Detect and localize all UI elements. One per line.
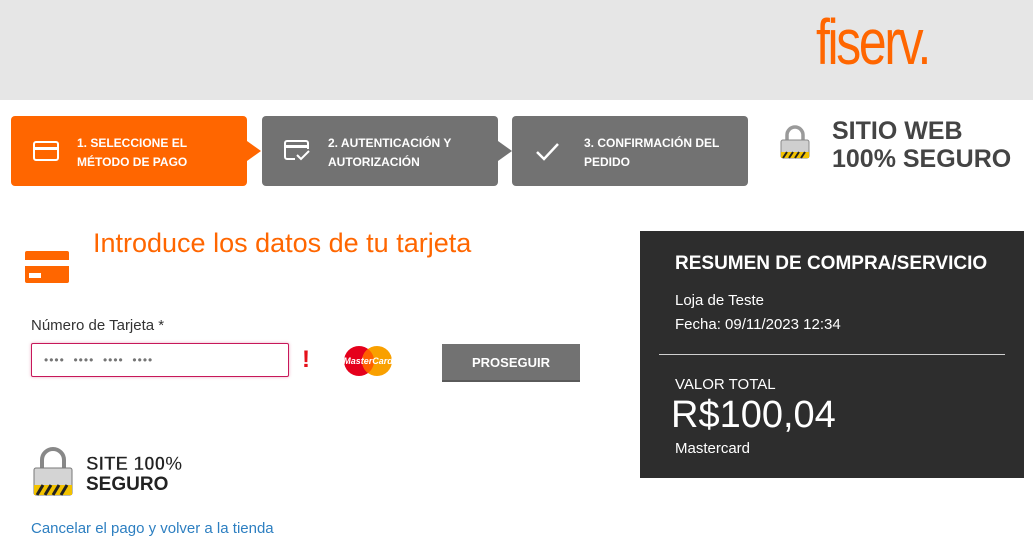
step-label: 2. Autenticación y autorización bbox=[328, 136, 452, 169]
proceed-button[interactable]: PROSEGUIR bbox=[442, 344, 580, 382]
store-name: Loja de Teste bbox=[675, 292, 764, 309]
page-title: Introduce los datos de tu tarjeta bbox=[93, 228, 472, 258]
secure-site-badge: SITE 100% SEGURO bbox=[31, 447, 211, 502]
badge-line2: SEGURO bbox=[86, 474, 168, 495]
card-number-input[interactable] bbox=[31, 343, 289, 377]
summary-title: RESUMEN DE COMPRA/SERVICIO bbox=[675, 253, 988, 274]
card-check-icon bbox=[284, 140, 310, 161]
order-date: Fecha: 09/11/2023 12:34 bbox=[675, 316, 841, 333]
order-summary-panel: RESUMEN DE COMPRA/SERVICIO Loja de Teste… bbox=[640, 231, 1024, 478]
badge-line1: SITE 100% bbox=[86, 454, 182, 475]
step-select-payment: 1. Seleccione el método de pago bbox=[11, 116, 261, 186]
fiserv-logo: fiserv. bbox=[816, 6, 931, 78]
header: fiserv. bbox=[0, 0, 1033, 100]
cancel-payment-link[interactable]: Cancelar el pago y volver a la tienda bbox=[31, 520, 274, 537]
padlock-icon bbox=[780, 125, 810, 159]
payment-brand: Mastercard bbox=[675, 440, 751, 457]
error-icon: ! bbox=[302, 346, 310, 373]
step-authentication: 2. Autenticación y autorización bbox=[262, 116, 512, 186]
card-number-label: Número de Tarjeta * bbox=[31, 317, 165, 334]
step-arrow bbox=[247, 141, 261, 161]
card-icon bbox=[33, 141, 59, 161]
credit-card-icon bbox=[25, 251, 69, 283]
checkmark-icon bbox=[536, 143, 559, 161]
total-amount: R$100,04 bbox=[671, 394, 836, 436]
secure-site-text: SITIO WEB 100% SEGURO bbox=[832, 117, 1012, 173]
step-arrow bbox=[498, 141, 512, 161]
step-label: 1. Seleccione el método de pago bbox=[77, 136, 188, 169]
mastercard-logo: MasterCard bbox=[343, 346, 393, 376]
step-label: 3. Confirmación del pedido bbox=[584, 136, 720, 169]
summary-divider bbox=[659, 354, 1005, 355]
step-confirmation: 3. Confirmación del pedido bbox=[512, 116, 748, 186]
mastercard-logo-text: MasterCard bbox=[343, 356, 393, 366]
total-label: VALOR TOTAL bbox=[675, 376, 776, 393]
